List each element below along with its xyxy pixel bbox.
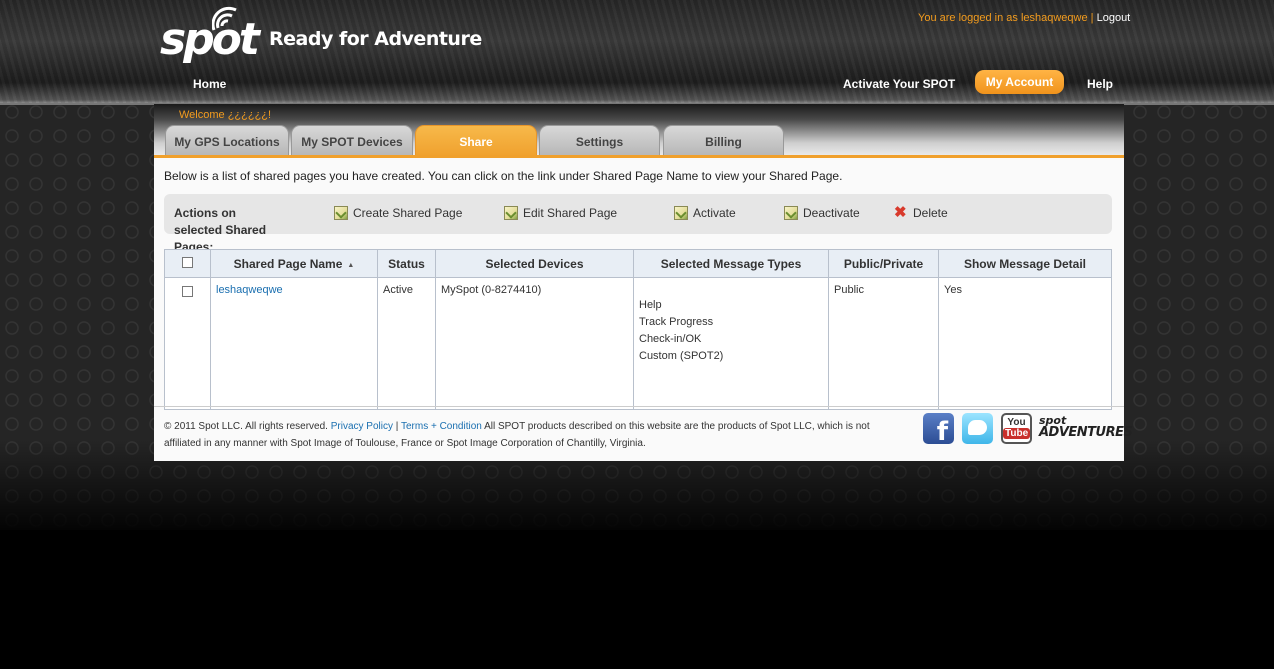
edit-page-icon <box>504 206 518 220</box>
login-status: You are logged in as leshaqweqwe | Logou… <box>918 12 1130 24</box>
header-shared-page-name[interactable]: Shared Page Name ▲ <box>210 249 378 278</box>
tab-underline <box>154 155 1124 158</box>
footer-text: © 2011 Spot LLC. All rights reserved. Pr… <box>164 418 904 452</box>
shared-page-link[interactable]: leshaqweqwe <box>216 284 283 296</box>
list-item: Track Progress <box>639 316 714 328</box>
header-public-private: Public/Private <box>828 249 939 278</box>
create-shared-page-button[interactable]: Create Shared Page <box>334 205 462 221</box>
delete-label: Delete <box>913 206 948 220</box>
youtube-icon[interactable]: You Tube <box>1001 413 1032 444</box>
actions-bar: Actions on selected Shared Pages: Create… <box>164 194 1112 254</box>
header-status: Status <box>377 249 436 278</box>
shared-pages-table: Shared Page Name ▲ Status Selected Device… <box>164 249 1112 410</box>
create-page-icon <box>334 206 348 220</box>
main-panel: Welcome ¿¿¿¿¿¿! My GPS Locations My SPOT… <box>154 104 1133 461</box>
footer-divider <box>154 406 1124 407</box>
deactivate-icon <box>784 206 798 220</box>
welcome-message: Welcome ¿¿¿¿¿¿! <box>179 109 272 121</box>
table-row: leshaqweqwe Active MySpot (0-8274410) He… <box>164 277 1112 410</box>
tab-my-gps-locations[interactable]: My GPS Locations <box>165 125 289 156</box>
twitter-icon[interactable] <box>962 413 993 444</box>
login-user-text: You are logged in as leshaqweqwe <box>918 12 1088 24</box>
site-header: spot Ready for Adventure You are logged … <box>0 0 1274 105</box>
table-header-row: Shared Page Name ▲ Status Selected Device… <box>164 249 1112 278</box>
select-all-header <box>164 249 211 278</box>
nav-activate-link[interactable]: Activate Your SPOT <box>843 77 955 91</box>
activate-label: Activate <box>693 206 736 220</box>
edit-shared-page-button[interactable]: Edit Shared Page <box>504 205 617 221</box>
status-cell: Active <box>377 277 436 410</box>
row-checkbox[interactable] <box>182 286 193 297</box>
activate-button[interactable]: Activate <box>674 205 736 221</box>
message-types-list: Help Track Progress Check-in/OK Custom (… <box>639 297 823 365</box>
footer-separator: | <box>395 421 399 432</box>
youtube-you: You <box>1007 417 1026 428</box>
twitter-bird-shape <box>968 420 987 435</box>
spot-logo[interactable]: spot <box>160 6 260 66</box>
devices-cell: MySpot (0-8274410) <box>435 277 634 410</box>
nav-home-link[interactable]: Home <box>193 77 226 91</box>
delete-x-icon: ✖ <box>894 204 907 221</box>
header-shared-page-name-label: Shared Page Name <box>233 256 343 271</box>
edit-label: Edit Shared Page <box>523 206 618 220</box>
terms-link[interactable]: Terms + Condition <box>401 421 482 432</box>
header-show-message-detail: Show Message Detail <box>938 249 1112 278</box>
login-separator: | <box>1087 12 1097 24</box>
delete-button[interactable]: ✖ Delete <box>894 205 948 221</box>
list-item: Help <box>639 299 662 311</box>
select-all-checkbox[interactable] <box>182 256 193 268</box>
nav-my-account-button[interactable]: My Account <box>975 70 1064 94</box>
copyright-text: © 2011 Spot LLC. All rights reserved. <box>164 421 328 432</box>
tab-billing[interactable]: Billing <box>663 125 784 156</box>
header-selected-message-types: Selected Message Types <box>633 249 829 278</box>
row-select-cell <box>164 277 211 410</box>
tab-settings[interactable]: Settings <box>539 125 660 156</box>
signal-waves-icon <box>212 6 237 31</box>
list-item: Custom (SPOT2) <box>639 350 724 362</box>
privacy-policy-link[interactable]: Privacy Policy <box>331 421 393 432</box>
deactivate-button[interactable]: Deactivate <box>784 205 860 221</box>
show-detail-cell: Yes <box>938 277 1112 410</box>
facebook-icon[interactable]: f <box>923 413 954 447</box>
tab-share[interactable]: Share <box>415 125 537 156</box>
header-selected-devices: Selected Devices <box>435 249 634 278</box>
site-tagline: Ready for Adventure <box>269 28 482 50</box>
create-label: Create Shared Page <box>353 206 463 220</box>
activate-icon <box>674 206 688 220</box>
intro-text: Below is a list of shared pages you have… <box>164 169 843 183</box>
nav-help-link[interactable]: Help <box>1087 77 1113 91</box>
adventures-bottom-text: ADVENTURES <box>1039 425 1133 440</box>
list-item: Check-in/OK <box>639 333 702 345</box>
message-types-cell: Help Track Progress Check-in/OK Custom (… <box>633 277 829 410</box>
tab-my-spot-devices[interactable]: My SPOT Devices <box>291 125 413 156</box>
spot-adventures-logo[interactable]: spot ADVENTURES <box>1039 415 1133 443</box>
shared-page-name-cell: leshaqweqwe <box>210 277 378 410</box>
visibility-cell: Public <box>828 277 939 410</box>
logout-link[interactable]: Logout <box>1097 12 1131 24</box>
youtube-tube: Tube <box>1003 428 1031 439</box>
sort-arrows-icon: ▲ <box>347 261 355 269</box>
deactivate-label: Deactivate <box>803 206 860 220</box>
